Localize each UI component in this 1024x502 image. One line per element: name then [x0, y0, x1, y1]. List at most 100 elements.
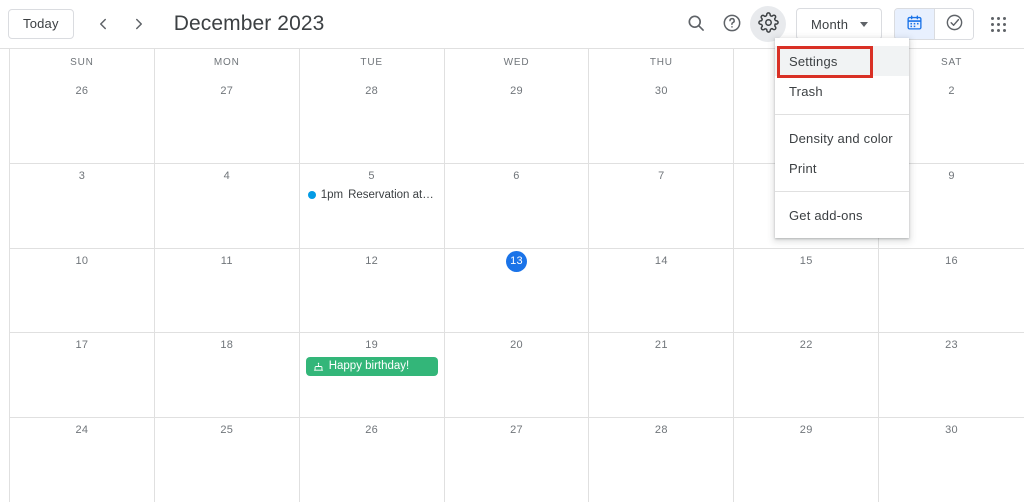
- event-item[interactable]: 1pm Reservation at Ruth's: [306, 188, 438, 202]
- day-cell[interactable]: 25: [155, 418, 300, 502]
- date-number[interactable]: 16: [879, 251, 1024, 271]
- date-number[interactable]: 18: [155, 335, 299, 355]
- gear-icon: [757, 12, 779, 36]
- day-cell[interactable]: 4: [155, 163, 300, 248]
- day-of-week-label: MON: [213, 57, 240, 68]
- day-cell[interactable]: 26: [300, 418, 445, 502]
- menu-item-trash[interactable]: Trash: [775, 76, 909, 106]
- day-cell[interactable]: 16: [879, 249, 1024, 333]
- day-cell[interactable]: 14: [589, 248, 735, 333]
- help-button[interactable]: [714, 6, 750, 42]
- search-icon: [686, 13, 706, 36]
- settings-button[interactable]: [750, 6, 786, 42]
- date-number[interactable]: 5: [300, 166, 444, 186]
- date-number[interactable]: 30: [879, 420, 1024, 440]
- today-date-number[interactable]: 13: [505, 250, 527, 272]
- date-number[interactable]: 23: [879, 335, 1024, 355]
- date-number[interactable]: 24: [10, 420, 154, 440]
- event-title: Happy birthday!: [328, 360, 410, 373]
- day-of-week-label: SAT: [941, 57, 963, 68]
- day-cell[interactable]: 20: [445, 333, 590, 418]
- date-number[interactable]: 4: [155, 166, 299, 186]
- day-cell[interactable]: 27: [445, 418, 590, 502]
- day-cell[interactable]: 18: [155, 333, 300, 418]
- day-cell[interactable]: 6: [445, 163, 590, 248]
- date-number[interactable]: 22: [734, 335, 878, 355]
- settings-dropdown-menu[interactable]: Settings Trash Density and color Print G…: [775, 38, 909, 238]
- day-cell[interactable]: 30: [879, 418, 1024, 502]
- date-number[interactable]: 30: [589, 81, 733, 101]
- day-of-week-label: WED: [503, 57, 530, 68]
- calendar-app: Today December 2023 Month SUN MON TUE WE…: [0, 0, 1024, 502]
- day-cell[interactable]: 30: [589, 79, 735, 163]
- day-cell[interactable]: 21: [589, 333, 735, 418]
- date-number[interactable]: 19: [300, 335, 444, 355]
- apps-grid-icon: [990, 16, 1006, 32]
- day-cell[interactable]: 23: [879, 333, 1024, 417]
- menu-item-print[interactable]: Print: [775, 153, 909, 183]
- day-cell[interactable]: 15: [734, 248, 880, 333]
- day-cell[interactable]: 11: [155, 248, 300, 333]
- event-time: 1pm: [320, 188, 344, 201]
- menu-divider-2: [775, 191, 909, 192]
- date-number[interactable]: 6: [445, 166, 589, 186]
- day-cell[interactable]: 28: [589, 418, 735, 502]
- day-cell[interactable]: 26: [10, 79, 155, 163]
- day-cell[interactable]: 27: [155, 79, 300, 163]
- date-number[interactable]: 25: [155, 420, 299, 440]
- view-mode-select[interactable]: Month: [796, 8, 882, 40]
- date-number[interactable]: 11: [155, 251, 299, 271]
- menu-item-density-and-color[interactable]: Density and color: [775, 123, 909, 153]
- day-cell[interactable]: 19 Happy birthday!: [300, 333, 445, 418]
- day-cell[interactable]: 7: [589, 163, 735, 248]
- event-color-dot: [307, 190, 316, 199]
- calendar-view-toggle[interactable]: [895, 9, 934, 39]
- day-of-week-label: THU: [649, 57, 673, 68]
- date-number[interactable]: 10: [10, 251, 154, 271]
- day-of-week-label: TUE: [360, 57, 383, 68]
- date-number[interactable]: 27: [445, 420, 589, 440]
- date-number[interactable]: 21: [589, 335, 733, 355]
- day-of-week-header: SUN: [10, 49, 155, 79]
- date-number[interactable]: 20: [445, 335, 589, 355]
- menu-item-settings[interactable]: Settings: [775, 46, 909, 76]
- view-toggle-group: [894, 8, 974, 40]
- day-cell[interactable]: 28: [300, 79, 445, 163]
- day-cell[interactable]: 13: [445, 248, 590, 333]
- day-cell[interactable]: 24: [10, 418, 155, 502]
- tasks-view-toggle[interactable]: [934, 9, 973, 39]
- date-number[interactable]: 27: [155, 81, 299, 101]
- google-apps-button[interactable]: [980, 6, 1016, 42]
- day-cell[interactable]: 3: [10, 163, 155, 248]
- search-button[interactable]: [678, 6, 714, 42]
- date-number[interactable]: 29: [445, 81, 589, 101]
- day-cell[interactable]: 5 1pm Reservation at Ruth's: [300, 163, 445, 248]
- date-number[interactable]: 28: [300, 81, 444, 101]
- day-cell[interactable]: 22: [734, 333, 880, 418]
- day-of-week-header: THU: [589, 49, 735, 79]
- today-button[interactable]: Today: [8, 9, 74, 39]
- previous-month-button[interactable]: [86, 7, 120, 41]
- next-month-button[interactable]: [122, 7, 156, 41]
- page-title: December 2023: [173, 12, 325, 35]
- day-cell[interactable]: 10: [10, 248, 155, 333]
- event-chip[interactable]: Happy birthday!: [305, 357, 438, 377]
- week-row: 24 25 26 27 28 29 30: [10, 417, 1024, 502]
- date-number[interactable]: 17: [10, 335, 154, 355]
- day-cell[interactable]: 17: [10, 333, 155, 418]
- date-number[interactable]: 7: [589, 166, 733, 186]
- date-number[interactable]: 29: [734, 420, 878, 440]
- day-cell[interactable]: 12: [300, 248, 445, 333]
- date-number[interactable]: 15: [734, 251, 878, 271]
- date-number[interactable]: 26: [300, 420, 444, 440]
- date-number[interactable]: 26: [10, 81, 154, 101]
- menu-divider-1: [775, 114, 909, 115]
- menu-item-get-add-ons[interactable]: Get add-ons: [775, 200, 909, 230]
- day-cell[interactable]: 29: [734, 418, 880, 502]
- date-number[interactable]: 12: [300, 251, 444, 271]
- date-number[interactable]: 28: [589, 420, 733, 440]
- date-number[interactable]: 14: [589, 251, 733, 271]
- day-cell[interactable]: 29: [445, 79, 590, 163]
- day-of-week-header: MON: [155, 49, 300, 79]
- date-number[interactable]: 3: [10, 166, 154, 186]
